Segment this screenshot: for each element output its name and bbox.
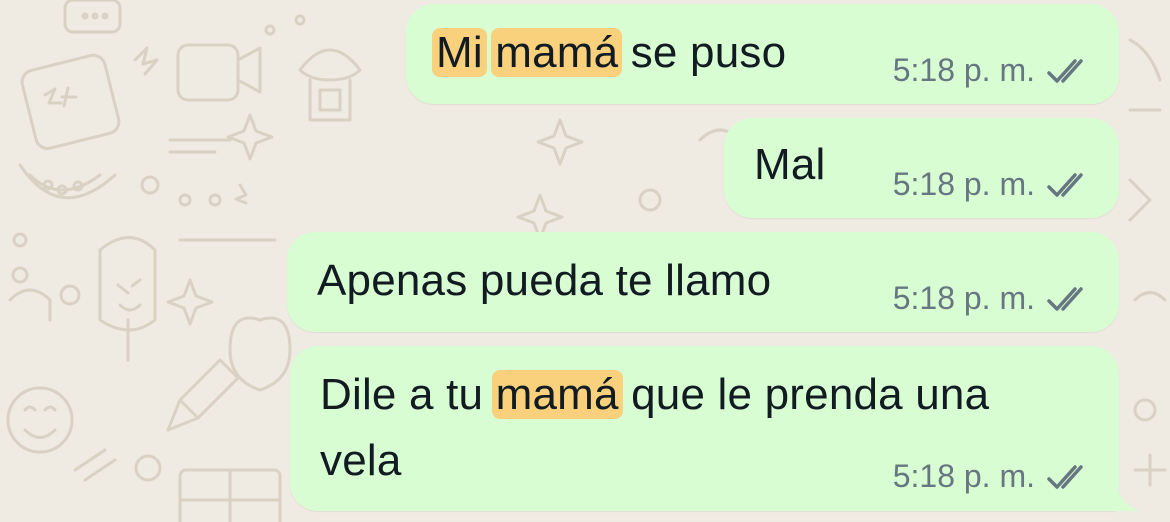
- message-timestamp: 5:18 p. m.: [892, 166, 1035, 202]
- message-bubble[interactable]: Mi mamá se puso 5:18 p. m.: [406, 4, 1119, 104]
- bubble-tail: [1113, 491, 1139, 511]
- message-meta: 5:18 p. m.: [893, 280, 1091, 317]
- double-check-icon: [1047, 172, 1083, 197]
- message-bubble[interactable]: Apenas pueda te llamo 5:18 p. m.: [287, 232, 1119, 332]
- message-bubble[interactable]: Dile a tu mamá que le prenda una vela 5:…: [290, 346, 1119, 511]
- search-highlight: mamá: [491, 28, 623, 77]
- double-check-icon: [1047, 286, 1083, 311]
- message-text-segment: que le prenda una: [618, 370, 990, 419]
- double-check-icon: [1047, 464, 1083, 489]
- message-bubble[interactable]: Mal 5:18 p. m.: [724, 118, 1119, 218]
- double-check-icon: [1047, 58, 1083, 83]
- message-meta: 5:18 p. m.: [893, 52, 1091, 89]
- message-meta: 5:18 p. m.: [893, 458, 1091, 495]
- message-text-segment: Dile a tu: [320, 370, 496, 419]
- message-timestamp: 5:18 p. m.: [892, 52, 1035, 88]
- message-text: Mi mamá se puso: [432, 20, 787, 86]
- message-text-line: vela: [320, 436, 402, 485]
- search-highlight: mamá: [491, 370, 623, 419]
- message-text: Mal: [754, 140, 826, 189]
- search-highlight: Mi: [432, 28, 487, 77]
- message-timestamp: 5:18 p. m.: [892, 458, 1035, 494]
- message-text-segment: se puso: [618, 28, 787, 77]
- message-meta: 5:18 p. m.: [893, 166, 1091, 203]
- message-text: Dile a tu mamá que le prenda una: [320, 362, 989, 428]
- message-timestamp: 5:18 p. m.: [892, 280, 1035, 316]
- message-text: Apenas pueda te llamo: [317, 256, 772, 305]
